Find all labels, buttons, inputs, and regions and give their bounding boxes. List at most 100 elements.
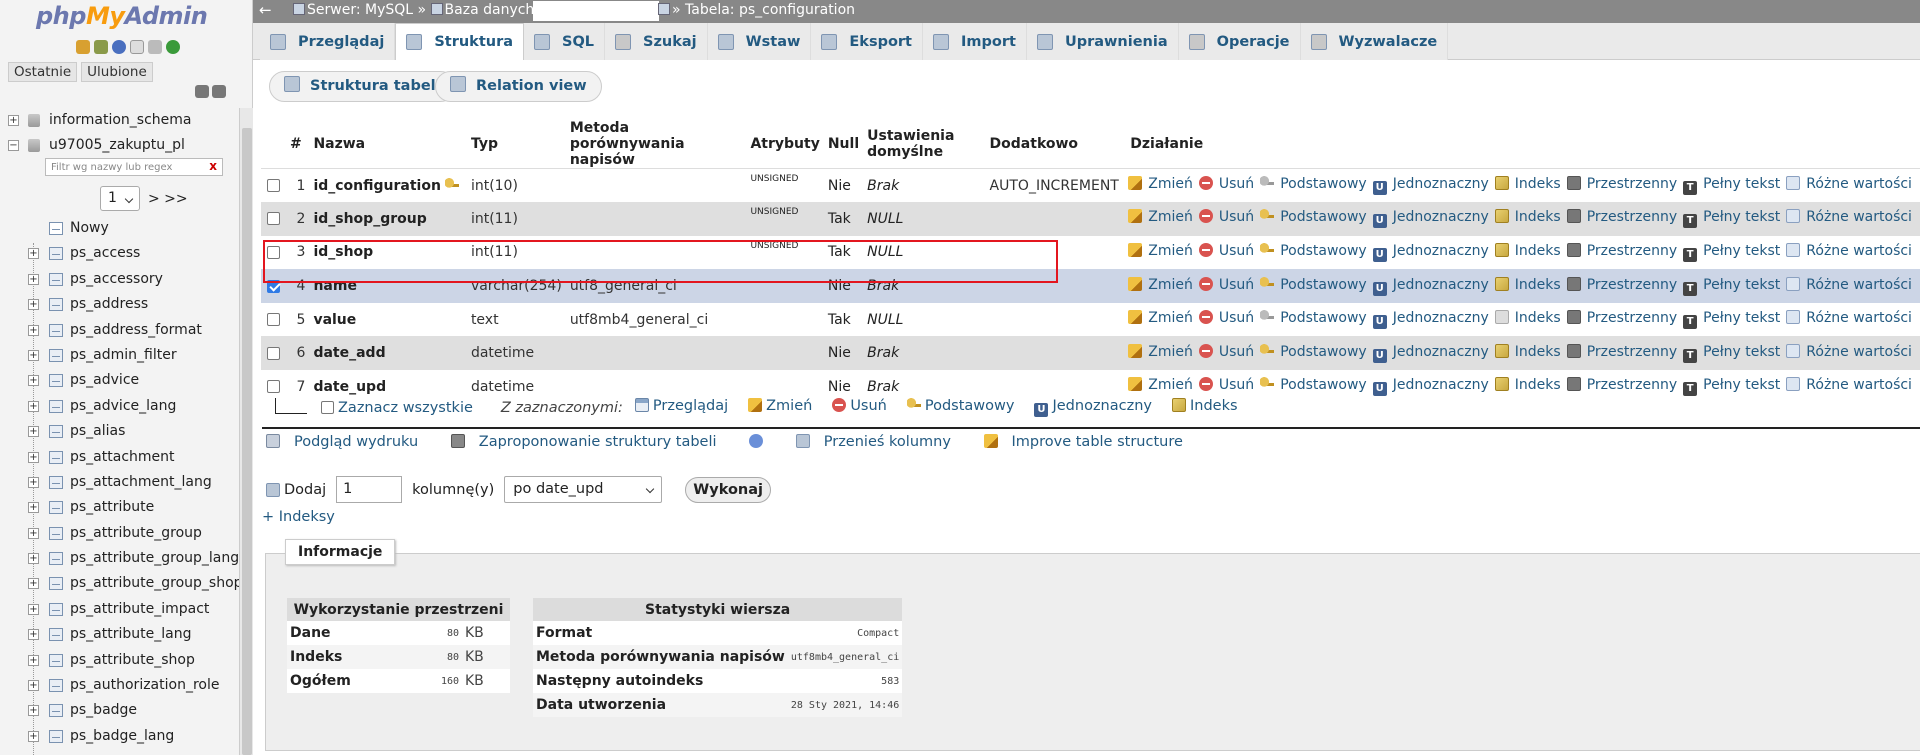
action-2[interactable]: Podstawowy: [1260, 276, 1367, 293]
tree-db-information-schema[interactable]: + information_schema: [0, 108, 253, 133]
tab-eksport[interactable]: Eksport: [811, 23, 923, 60]
action-6[interactable]: T Pełny tekst: [1683, 209, 1780, 229]
expand-icon[interactable]: +: [28, 273, 39, 285]
expand-icon[interactable]: +: [28, 451, 39, 463]
tree-table-ps_accessory[interactable]: + ps_accessory: [0, 267, 253, 292]
row-checkbox[interactable]: [267, 245, 280, 259]
action-4[interactable]: Indeks: [1494, 377, 1561, 393]
tree-table-ps_attribute_impact[interactable]: + ps_attribute_impact: [0, 597, 253, 622]
execute-button[interactable]: Wykonaj: [685, 476, 772, 503]
action-7[interactable]: Różne wartości: [1786, 242, 1912, 259]
collapse-all-icon[interactable]: [195, 85, 209, 98]
row-checkbox[interactable]: [267, 279, 280, 293]
action-1[interactable]: Usuń: [1198, 176, 1254, 192]
action-2[interactable]: Podstawowy: [1260, 209, 1367, 225]
action-0[interactable]: Zmień: [1128, 209, 1193, 225]
help-icon[interactable]: [112, 40, 126, 54]
tree-table-ps_attribute_shop[interactable]: + ps_attribute_shop: [0, 648, 253, 673]
tab-import[interactable]: Import: [923, 23, 1027, 60]
action-4[interactable]: Indeks: [1494, 176, 1561, 192]
row-checkbox[interactable]: [267, 179, 280, 193]
next-page-link[interactable]: > >>: [148, 191, 188, 207]
action-4[interactable]: Indeks: [1494, 343, 1561, 360]
action-2[interactable]: Podstawowy: [1260, 242, 1367, 259]
logout-icon[interactable]: [94, 40, 108, 54]
expand-icon[interactable]: +: [28, 730, 39, 742]
settings-icon[interactable]: [148, 40, 162, 54]
docs-icon[interactable]: [130, 40, 144, 54]
move-columns-link[interactable]: Przenieś kolumny: [795, 434, 965, 450]
action-3[interactable]: U Jednoznaczny: [1372, 176, 1489, 196]
improve-structure-link[interactable]: Improve table structure: [983, 434, 1197, 450]
collapse-icon[interactable]: −: [8, 140, 19, 152]
expand-icon[interactable]: +: [28, 324, 39, 336]
action-6[interactable]: T Pełny tekst: [1683, 344, 1780, 363]
action-0[interactable]: Zmień: [1128, 343, 1193, 360]
action-5[interactable]: Przestrzenny: [1566, 209, 1677, 225]
row-checkbox[interactable]: [267, 346, 280, 360]
action-0[interactable]: Zmień: [1128, 377, 1193, 393]
tab-struktura[interactable]: Struktura: [395, 23, 525, 60]
action-7[interactable]: Różne wartości: [1786, 276, 1912, 293]
tab-wyzwalacze[interactable]: Wyzwalacze: [1300, 23, 1449, 60]
tree-new-table[interactable]: Nowy: [0, 216, 253, 241]
tree-table-ps_attribute_group_lang[interactable]: + ps_attribute_group_lang: [0, 546, 253, 571]
action-7[interactable]: Różne wartości: [1786, 377, 1912, 393]
action-6[interactable]: T Pełny tekst: [1683, 377, 1780, 397]
phpmyadmin-logo[interactable]: phpMyAdmin: [36, 2, 208, 30]
action-2[interactable]: Podstawowy: [1260, 377, 1367, 393]
action-0[interactable]: Zmień: [1128, 176, 1193, 192]
help-icon[interactable]: [749, 434, 777, 450]
tree-table-ps_alias[interactable]: + ps_alias: [0, 419, 253, 444]
expand-icon[interactable]: +: [28, 349, 39, 361]
column-count-input[interactable]: 1: [336, 476, 403, 503]
expand-icon[interactable]: +: [28, 426, 39, 438]
tab-sql[interactable]: SQL: [524, 23, 606, 60]
breadcrumb-database-name[interactable]: [533, 1, 659, 21]
action-7[interactable]: Różne wartości: [1786, 209, 1912, 225]
action-3[interactable]: U Jednoznaczny: [1372, 344, 1489, 363]
recent-tab[interactable]: Ostatnie: [8, 62, 78, 82]
action-3[interactable]: U Jednoznaczny: [1372, 277, 1489, 296]
tree-table-ps_attribute_group[interactable]: + ps_attribute_group: [0, 521, 253, 546]
action-7[interactable]: Różne wartości: [1786, 310, 1912, 326]
page-select[interactable]: 1: [100, 186, 140, 211]
action-5[interactable]: Przestrzenny: [1566, 242, 1677, 259]
action-3[interactable]: U Jednoznaczny: [1372, 243, 1489, 262]
expand-icon[interactable]: +: [28, 476, 39, 488]
tree-table-ps_advice_lang[interactable]: + ps_advice_lang: [0, 394, 253, 419]
action-1[interactable]: Usuń: [1198, 343, 1254, 360]
expand-icon[interactable]: +: [28, 680, 39, 692]
back-arrow-icon[interactable]: ←: [259, 0, 272, 21]
expand-icon[interactable]: +: [28, 527, 39, 539]
expand-icon[interactable]: +: [28, 629, 39, 641]
action-1[interactable]: Usuń: [1198, 209, 1254, 225]
action-3[interactable]: U Jednoznaczny: [1372, 310, 1489, 330]
table-structure-button[interactable]: Struktura tabeli: [269, 71, 456, 102]
action-2[interactable]: Podstawowy: [1260, 343, 1367, 360]
expand-icon[interactable]: +: [28, 400, 39, 412]
expand-icon[interactable]: +: [28, 603, 39, 615]
tree-table-ps_badge[interactable]: + ps_badge: [0, 698, 253, 723]
tree-table-ps_badge_lang[interactable]: + ps_badge_lang: [0, 724, 253, 749]
tree-table-ps_attachment_lang[interactable]: + ps_attachment_lang: [0, 470, 253, 495]
propose-structure-link[interactable]: Zaproponowanie struktury tabeli: [450, 434, 731, 450]
action-5[interactable]: Przestrzenny: [1566, 377, 1677, 393]
expand-icon[interactable]: +: [28, 654, 39, 666]
action-7[interactable]: Różne wartości: [1786, 343, 1912, 360]
with-selected-1[interactable]: Zmień: [748, 398, 812, 414]
expand-icon[interactable]: +: [28, 375, 39, 387]
action-3[interactable]: U Jednoznaczny: [1372, 209, 1489, 229]
with-selected-5[interactable]: Indeks: [1172, 398, 1238, 414]
action-1[interactable]: Usuń: [1198, 377, 1254, 393]
favorites-tab[interactable]: Ulubione: [81, 62, 153, 82]
action-5[interactable]: Przestrzenny: [1566, 276, 1677, 293]
tree-table-ps_attribute_group_shop[interactable]: + ps_attribute_group_shop: [0, 571, 253, 596]
tree-table-ps_address_format[interactable]: + ps_address_format: [0, 318, 253, 343]
expand-icon[interactable]: +: [28, 299, 39, 311]
tab-uprawnienia[interactable]: Uprawnienia: [1026, 23, 1179, 60]
action-2[interactable]: Podstawowy: [1260, 176, 1367, 192]
column-position-select[interactable]: po date_upd: [504, 476, 663, 503]
reload-icon[interactable]: [166, 40, 180, 54]
action-4[interactable]: Indeks: [1494, 242, 1561, 259]
